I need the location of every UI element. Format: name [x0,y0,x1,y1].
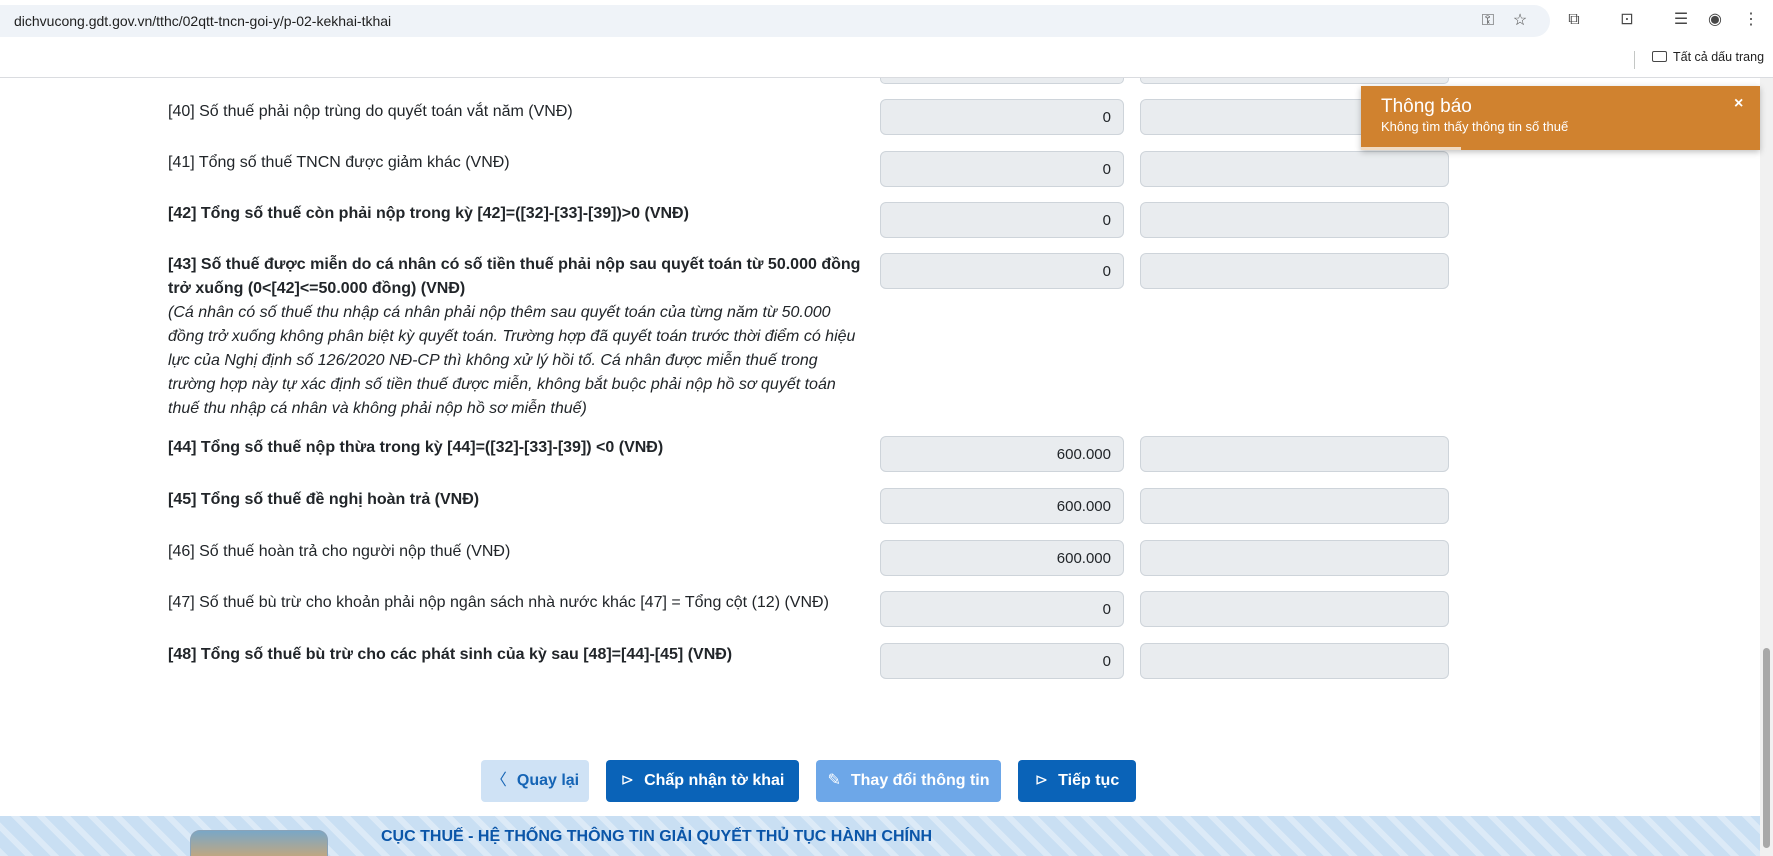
url-text[interactable]: dichvucong.gdt.gov.vn/tthc/02qtt-tncn-go… [14,13,391,29]
field-45-extra[interactable] [1140,488,1449,524]
label-48: [48] Tổng số thuế bù trừ cho các phát si… [168,646,733,663]
label-43: [43] Số thuế được miễn do cá nhân có số … [168,256,861,297]
extensions-icon[interactable]: ⧉ [1564,10,1584,30]
field-45-value[interactable]: 600.000 [880,488,1124,524]
field-47-value[interactable]: 0 [880,591,1124,627]
reading-list-icon[interactable]: ☰ [1671,10,1691,30]
field-47-extra[interactable] [1140,591,1449,627]
back-button-label: Quay lại [516,772,580,789]
scrollbar-thumb[interactable] [1763,648,1770,848]
label-42: [42] Tổng số thuế còn phải nộp trong kỳ … [168,205,689,222]
field-48-extra[interactable] [1140,643,1449,679]
notification-toast: Thông báo Không tìm thấy thông tin số th… [1361,86,1760,150]
browser-toolbar: dichvucong.gdt.gov.vn/tthc/02qtt-tncn-go… [0,0,1773,40]
bookmarks-divider [1634,51,1635,69]
page-content: [40] Số thuế phải nộp trùng do quyết toá… [0,78,1760,856]
field-41-extra[interactable] [1140,151,1449,187]
label-45: [45] Tổng số thuế đề nghị hoàn trả (VNĐ) [168,491,480,508]
field-41-value[interactable]: 0 [880,151,1124,187]
edit-icon: ✎ [827,772,841,789]
field-44-extra[interactable] [1140,436,1449,472]
folder-icon [1652,51,1667,62]
label-44: [44] Tổng số thuế nộp thừa trong kỳ [44]… [168,439,664,456]
change-info-button[interactable]: ✎ Thay đổi thông tin [816,760,1001,802]
bookmark-star-icon[interactable]: ☆ [1511,12,1529,30]
footer-building-logo [190,830,328,856]
field-40-value[interactable]: 0 [880,99,1124,135]
field-46-extra[interactable] [1140,540,1449,576]
toast-progress-bar [1361,147,1461,150]
toast-title: Thông báo [1381,96,1472,117]
address-bar[interactable]: dichvucong.gdt.gov.vn/tthc/02qtt-tncn-go… [0,5,1550,37]
more-menu-icon[interactable]: ⋮ [1741,10,1761,30]
field-48-value[interactable]: 0 [880,643,1124,679]
accept-declaration-button[interactable]: ⊳ Chấp nhận tờ khai [606,760,799,802]
label-47: [47] Số thuế bù trừ cho khoản phải nộp n… [168,594,829,611]
field-44-value[interactable]: 600.000 [880,436,1124,472]
field-39-extra-partial[interactable] [1140,78,1449,84]
field-43-extra[interactable] [1140,253,1449,289]
label-40: [40] Số thuế phải nộp trùng do quyết toá… [168,103,573,120]
close-icon[interactable]: × [1734,95,1743,113]
field-42-extra[interactable] [1140,202,1449,238]
label-41: [41] Tổng số thuế TNCN được giảm khác (V… [168,154,510,171]
step-forward-icon: ⊳ [620,772,635,789]
field-43-value[interactable]: 0 [880,253,1124,289]
footer-title: CỤC THUẾ - HỆ THỐNG THÔNG TIN GIẢI QUYẾT… [381,828,933,845]
label-46: [46] Số thuế hoàn trả cho người nộp thuế… [168,543,511,560]
chevron-left-icon: 〈 [490,772,507,789]
step-forward-icon: ⊳ [1034,772,1049,789]
next-button-label: Tiếp tục [1058,772,1120,789]
all-bookmarks-button[interactable]: Tất cả dấu trang [1652,50,1764,64]
tab-search-icon[interactable]: ⊡ [1617,10,1637,30]
page-scrollbar[interactable] [1760,78,1773,856]
field-42-value[interactable]: 0 [880,202,1124,238]
bookmarks-bar: Tất cả dấu trang [0,40,1773,78]
back-button[interactable]: 〈 Quay lại [481,760,589,802]
note-43: (Cá nhân có số thuế thu nhập cá nhân phả… [168,304,856,417]
field-46-value[interactable]: 600.000 [880,540,1124,576]
footer: CỤC THUẾ - HỆ THỐNG THÔNG TIN GIẢI QUYẾT… [0,816,1760,856]
password-key-icon[interactable]: ⚿ [1479,12,1497,30]
field-39-value-partial[interactable] [880,78,1124,84]
next-button[interactable]: ⊳ Tiếp tục [1018,760,1136,802]
accept-button-label: Chấp nhận tờ khai [644,772,785,789]
profile-icon[interactable]: ◉ [1705,10,1725,30]
change-button-label: Thay đổi thông tin [850,772,990,789]
all-bookmarks-label: Tất cả dấu trang [1673,50,1765,64]
toast-message: Không tìm thấy thông tin số thuế [1381,119,1569,134]
